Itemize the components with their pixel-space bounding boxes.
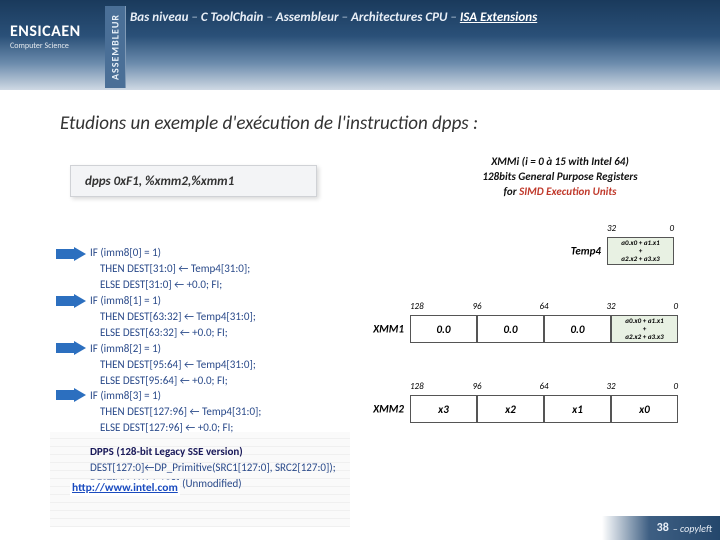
bit-label: 128 xyxy=(410,301,424,312)
bit-label: 128 xyxy=(410,381,424,392)
pseudocode-line: ELSE DEST[127:96] ← +0.0; FI; xyxy=(90,420,336,436)
register-label: XMM2 xyxy=(373,403,410,416)
pseudocode-line: IF (imm8[2] = 1) xyxy=(90,341,336,357)
arrow-icon xyxy=(56,341,86,355)
bit-label: 32 xyxy=(606,381,615,392)
page-number: 38 xyxy=(657,521,669,535)
pseudocode-line: ELSE DEST[63:32] ← +0.0; FI; xyxy=(90,325,336,341)
instruction-text: dpps 0xF1, %xmm2,%xmm1 xyxy=(71,174,234,189)
logo-sub: Computer Science xyxy=(10,41,81,51)
register-label: Temp4 xyxy=(571,245,607,258)
breadcrumb-item: Architectures CPU xyxy=(351,10,448,25)
breadcrumb-item: Bas niveau xyxy=(130,10,188,25)
footer-suffix: – copyleft xyxy=(673,522,712,535)
regdesc-line2: 128bits General Purpose Registers xyxy=(420,170,700,185)
pseudocode-line: IF (imm8[1] = 1) xyxy=(90,293,336,309)
arrow-icon xyxy=(56,294,86,308)
register-cell: a0.x0 + a1.x1 + a2.x2 + a3.x3 xyxy=(611,315,678,343)
register-label: XMM1 xyxy=(373,323,410,336)
arrow-icon xyxy=(56,388,86,402)
breadcrumb: Bas niveau – C ToolChain – Assembleur – … xyxy=(130,10,700,25)
pseudocode-line: ELSE DEST[31:0] ← +0.0; FI; xyxy=(90,277,336,293)
bit-label: 96 xyxy=(472,381,481,392)
register-cell: 0.0 xyxy=(477,315,544,343)
bit-label: 32 xyxy=(607,223,616,234)
pseudocode-line: THEN DEST[127:96] ← Temp4[31:0]; xyxy=(90,404,336,420)
register-xmm1: XMM10.00.00.0a0.x0 + a1.x1 + a2.x2 + a3.… xyxy=(410,315,678,343)
regdesc-line3b: SIMD Execution Units xyxy=(519,185,616,198)
instruction-codebox: dpps 0xF1, %xmm2,%xmm1 xyxy=(70,165,317,197)
register-cell: x3 xyxy=(410,395,477,423)
regdesc-line3a: for xyxy=(504,185,520,198)
bit-label: 0 xyxy=(669,223,674,234)
pseudocode-footer-line: DPPS (128-bit Legacy SSE version) xyxy=(90,444,336,460)
register-cell: 0.0 xyxy=(410,315,477,343)
breadcrumb-item: ISA Extensions xyxy=(460,10,537,25)
logo-main: ENSICAEN xyxy=(10,22,81,41)
pseudocode-line: IF (imm8[0] = 1) xyxy=(90,245,336,261)
bit-label: 32 xyxy=(606,301,615,312)
school-logo: ENSICAEN Computer Science xyxy=(10,22,81,51)
pseudocode-block: IF (imm8[0] = 1) THEN DEST[31:0] ← Temp4… xyxy=(90,245,336,492)
register-cell: x0 xyxy=(611,395,678,423)
pseudocode-line: ELSE DEST[95:64] ← +0.0; FI; xyxy=(90,373,336,389)
regdesc-line1: XMMi (i = 0 à 15 with Intel 64) xyxy=(420,155,700,170)
page-title: Etudions un exemple d'exécution de l'ins… xyxy=(60,112,478,135)
intel-link[interactable]: http://www.intel.com xyxy=(70,480,180,496)
pseudocode-line: THEN DEST[95:64] ← Temp4[31:0]; xyxy=(90,357,336,373)
register-cell: x2 xyxy=(477,395,544,423)
pseudocode-line: IF (imm8[3] = 1) xyxy=(90,388,336,404)
register-cell: 0.0 xyxy=(544,315,611,343)
bit-label: 64 xyxy=(539,301,548,312)
register-temp4: Temp4a0.x0 + a1.x1 + a2.x2 + a3.x3320 xyxy=(607,237,674,265)
register-xmm2: XMM2x3x2x1x01289664320 xyxy=(410,395,678,423)
section-tab: ASSEMBLEUR xyxy=(105,6,126,88)
bit-label: 96 xyxy=(472,301,481,312)
bit-label: 0 xyxy=(673,381,678,392)
register-cell: x1 xyxy=(544,395,611,423)
pseudocode-footer-line: DEST[127:0]←DP_Primitive(SRC1[127:0], SR… xyxy=(90,460,336,476)
pseudocode-line: THEN DEST[63:32] ← Temp4[31:0]; xyxy=(90,309,336,325)
bit-label: 0 xyxy=(673,301,678,312)
register-description: XMMi (i = 0 à 15 with Intel 64) 128bits … xyxy=(420,155,700,200)
pseudocode-line: THEN DEST[31:0] ← Temp4[31:0]; xyxy=(90,261,336,277)
page-footer: 38 – copyleft xyxy=(602,516,720,540)
register-cell: a0.x0 + a1.x1 + a2.x2 + a3.x3 xyxy=(607,237,674,265)
breadcrumb-item: C ToolChain xyxy=(201,10,264,25)
arrow-icon xyxy=(56,247,86,261)
bit-label: 64 xyxy=(539,381,548,392)
breadcrumb-item: Assembleur xyxy=(276,10,339,25)
